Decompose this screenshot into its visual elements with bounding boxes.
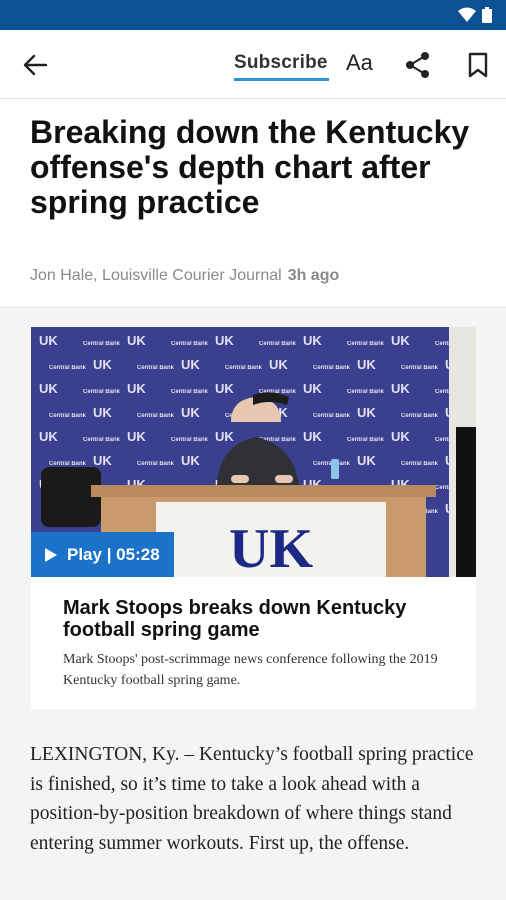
- article-body-paragraph: LEXINGTON, Ky. – Kentucky’s football spr…: [30, 744, 474, 854]
- backdrop-sponsor-logo: Central Bank: [347, 341, 385, 347]
- byline: Jon Hale, Louisville Courier Journal 3h a…: [30, 267, 339, 285]
- backdrop-uk-logo: UK: [269, 357, 288, 372]
- backdrop-uk-logo: UK: [93, 405, 112, 420]
- video-thumbnail[interactable]: UK Central Bank UK Central Bank UK Central Ba…: [31, 327, 476, 577]
- video-card[interactable]: UK Central Bank UK Central Bank UK Central Ba…: [31, 327, 476, 709]
- video-description: Mark Stoops' post-scrimmage news confere…: [63, 652, 438, 688]
- status-bar: [0, 0, 506, 30]
- backdrop-sponsor-logo: Central Bank: [347, 437, 385, 443]
- play-duration-label: Play | 05:28: [67, 544, 160, 564]
- status-icons: [458, 7, 492, 23]
- backdrop-uk-logo: UK: [357, 453, 376, 468]
- backdrop-sponsor-logo: Central Bank: [83, 341, 121, 347]
- battery-icon: [482, 7, 492, 23]
- article-headline: Breaking down the Kentucky offense's dep…: [30, 114, 470, 220]
- wifi-icon: [458, 7, 476, 22]
- backdrop-uk-logo: UK: [391, 333, 410, 348]
- play-icon: [45, 547, 57, 562]
- backdrop-uk-logo: UK: [127, 429, 146, 444]
- backdrop-uk-logo: UK: [181, 357, 200, 372]
- backdrop-sponsor-logo: Central Bank: [347, 389, 385, 395]
- backdrop-uk-logo: UK: [39, 381, 58, 396]
- backdrop-uk-logo: UK: [127, 381, 146, 396]
- backdrop-uk-logo: UK: [181, 453, 200, 468]
- share-icon[interactable]: [403, 50, 433, 80]
- backdrop-uk-logo: UK: [39, 333, 58, 348]
- backdrop-sponsor-logo: Central Bank: [313, 413, 351, 419]
- backdrop-uk-logo: UK: [391, 429, 410, 444]
- backdrop-sponsor-logo: Central Bank: [137, 413, 175, 419]
- backdrop-sponsor-logo: Central Bank: [225, 365, 263, 371]
- backdrop-sponsor-logo: Central Bank: [171, 389, 209, 395]
- backdrop-sponsor-logo: Central Bank: [401, 461, 439, 467]
- backdrop-sponsor-logo: Central Bank: [83, 437, 121, 443]
- backdrop-uk-logo: UK: [303, 381, 322, 396]
- timestamp: 3h ago: [287, 267, 340, 284]
- backdrop-sponsor-logo: Central Bank: [171, 341, 209, 347]
- backdrop-sponsor-logo: Central Bank: [49, 461, 87, 467]
- backdrop-sponsor-logo: Central Bank: [401, 365, 439, 371]
- video-title[interactable]: Mark Stoops breaks down Kentucky footbal…: [63, 597, 463, 641]
- backdrop-uk-logo: UK: [215, 429, 234, 444]
- backdrop-uk-logo: UK: [303, 429, 322, 444]
- podium-uk-logo: UK: [229, 518, 313, 577]
- backdrop-uk-logo: UK: [93, 453, 112, 468]
- bookmark-icon[interactable]: [464, 50, 492, 80]
- backdrop-sponsor-logo: Central Bank: [171, 437, 209, 443]
- backdrop-sponsor-logo: Central Bank: [49, 365, 87, 371]
- author-name: Jon Hale, Louisville Courier Journal: [30, 267, 282, 284]
- backdrop-sponsor-logo: Central Bank: [401, 413, 439, 419]
- backdrop-uk-logo: UK: [215, 333, 234, 348]
- back-arrow-icon[interactable]: [20, 50, 50, 80]
- backdrop-uk-logo: UK: [215, 381, 234, 396]
- subscribe-button[interactable]: Subscribe: [234, 52, 328, 74]
- text-size-button[interactable]: Aa: [346, 50, 373, 76]
- article-toolbar: Subscribe Aa: [0, 30, 506, 99]
- backdrop-sponsor-logo: Central Bank: [259, 341, 297, 347]
- backdrop-uk-logo: UK: [357, 357, 376, 372]
- backdrop-sponsor-logo: Central Bank: [313, 365, 351, 371]
- backdrop-uk-logo: UK: [127, 333, 146, 348]
- backdrop-sponsor-logo: Central Bank: [83, 389, 121, 395]
- article-header: Breaking down the Kentucky offense's dep…: [0, 99, 506, 308]
- subscribe-underline: [234, 78, 329, 81]
- backdrop-uk-logo: UK: [357, 405, 376, 420]
- backdrop-sponsor-logo: Central Bank: [137, 365, 175, 371]
- backdrop-uk-logo: UK: [181, 405, 200, 420]
- play-video-button[interactable]: Play | 05:28: [31, 532, 174, 577]
- backdrop-sponsor-logo: Central Bank: [137, 461, 175, 467]
- backdrop-uk-logo: UK: [93, 357, 112, 372]
- backdrop-uk-logo: UK: [303, 333, 322, 348]
- backdrop-uk-logo: UK: [391, 381, 410, 396]
- backdrop-uk-logo: UK: [39, 429, 58, 444]
- backdrop-sponsor-logo: Central Bank: [49, 413, 87, 419]
